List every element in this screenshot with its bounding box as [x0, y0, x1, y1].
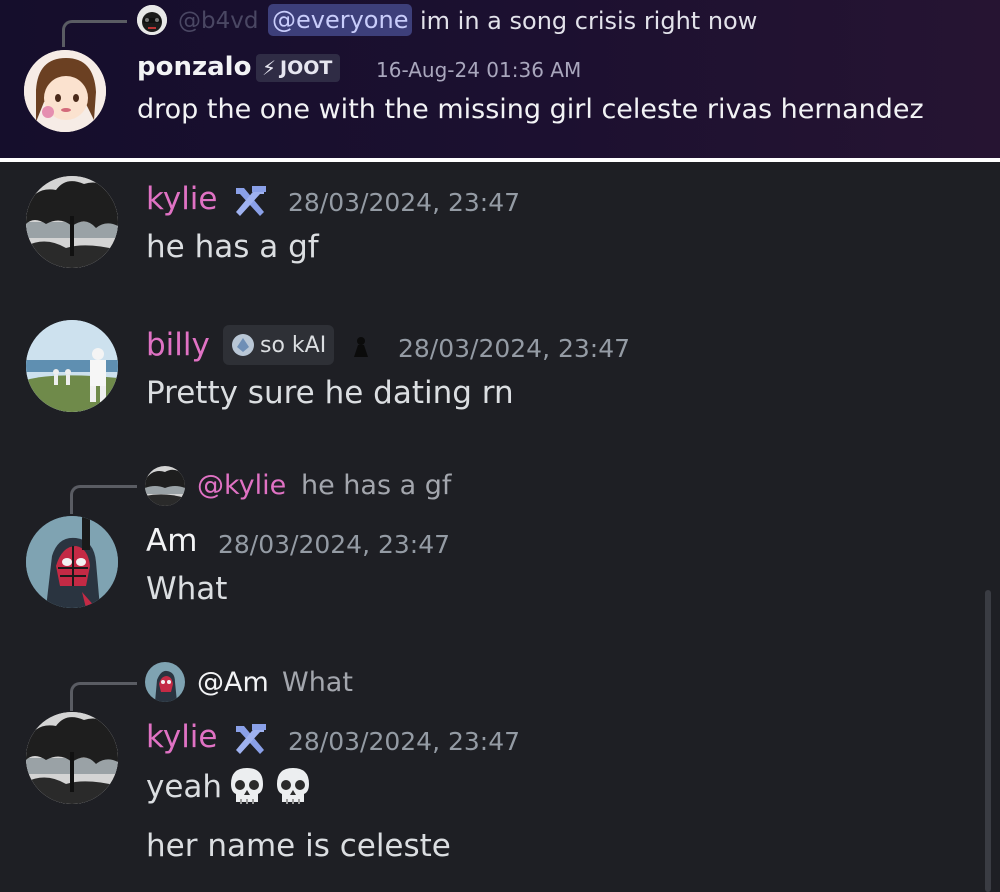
kylie-avatar[interactable]	[26, 176, 118, 268]
kylie-message-text: yeah	[146, 769, 223, 805]
skull-emoji	[231, 768, 263, 804]
reply-connector	[70, 682, 137, 711]
guild-tag-label: JOOT	[280, 57, 333, 79]
am-timestamp: 28/03/2024, 23:47	[218, 530, 451, 559]
reply-avatar[interactable]	[137, 5, 167, 35]
ponzalo-timestamp: 16-Aug-24 01:36 AM	[376, 58, 582, 82]
quoted-message-panel: @b4vd @everyone im in a song crisis righ…	[0, 0, 1000, 158]
ponzalo-avatar[interactable]	[24, 50, 106, 132]
reply-kylie-text[interactable]: he has a gf	[301, 472, 451, 499]
billy-avatar[interactable]	[26, 320, 118, 412]
billy-extra-badge-icon	[354, 337, 368, 357]
reply-text[interactable]: im in a song crisis right now	[420, 9, 757, 33]
ponzalo-username[interactable]: ponzalo	[137, 54, 251, 80]
billy-timestamp: 28/03/2024, 23:47	[398, 334, 631, 363]
am-username[interactable]: Am	[146, 526, 197, 557]
skull-emoji	[277, 768, 309, 804]
reply-connector	[70, 485, 137, 514]
reply-kylie-avatar[interactable]	[145, 466, 185, 506]
reply-author[interactable]: @b4vd	[178, 10, 258, 33]
role-tag-label: so kAI	[260, 332, 327, 358]
reply-am-avatar[interactable]	[145, 662, 185, 702]
am-avatar[interactable]	[26, 516, 118, 608]
billy-role-tag[interactable]: so kAI	[223, 325, 335, 365]
bolt-icon: ⚡	[262, 56, 277, 80]
hammer-pick-icon	[236, 724, 266, 754]
kylie-timestamp: 28/03/2024, 23:47	[288, 188, 521, 217]
reply-am-mention[interactable]: @Am	[197, 669, 269, 696]
scrollbar[interactable]	[985, 590, 991, 892]
reply-connector	[62, 20, 127, 47]
reply-kylie-mention[interactable]: @kylie	[197, 472, 286, 499]
gem-icon	[232, 334, 254, 356]
guild-tag[interactable]: ⚡ JOOT	[256, 54, 341, 82]
am-message-text: What	[146, 571, 228, 607]
kylie-username[interactable]: kylie	[146, 184, 218, 215]
billy-username[interactable]: billy	[146, 330, 210, 361]
kylie-username[interactable]: kylie	[146, 722, 218, 753]
reply-am-text[interactable]: What	[282, 669, 353, 696]
kylie-avatar[interactable]	[26, 712, 118, 804]
billy-message-text: Pretty sure he dating rn	[146, 375, 514, 411]
mention-text: @everyone	[272, 6, 409, 34]
everyone-mention[interactable]: @everyone	[268, 4, 413, 36]
hammer-pick-icon	[236, 186, 266, 216]
kylie-message-text: he has a gf	[146, 229, 319, 265]
kylie-message-text: her name is celeste	[146, 828, 451, 864]
ponzalo-message-text: drop the one with the missing girl celes…	[137, 94, 924, 125]
kylie-timestamp: 28/03/2024, 23:47	[288, 727, 521, 756]
